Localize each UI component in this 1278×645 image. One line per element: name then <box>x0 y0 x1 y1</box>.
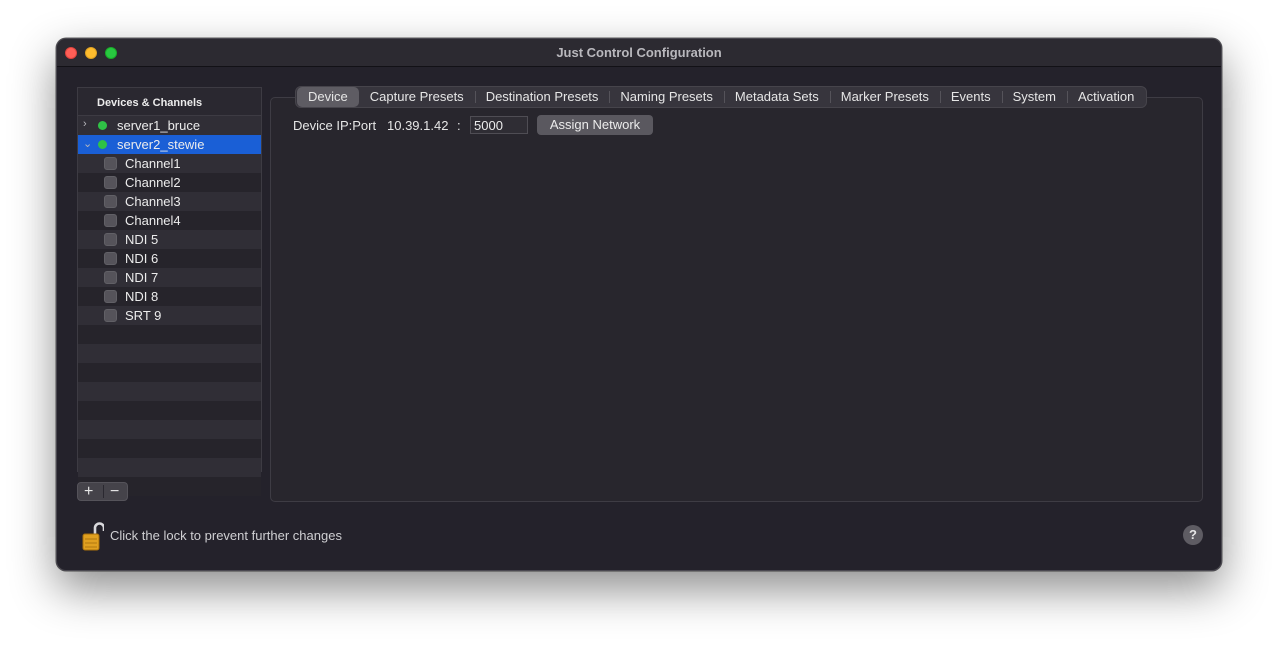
empty-row <box>78 401 261 420</box>
lock-status-text: Click the lock to prevent further change… <box>110 528 342 543</box>
tab-bar: Device Capture Presets Destination Prese… <box>295 86 1148 108</box>
tab-naming-presets[interactable]: Naming Presets <box>609 87 723 107</box>
empty-row <box>78 325 261 344</box>
tab-marker-presets[interactable]: Marker Presets <box>829 87 940 107</box>
ip-port-separator: : <box>457 118 461 133</box>
empty-row <box>78 363 261 382</box>
tab-activation[interactable]: Activation <box>1066 87 1145 107</box>
channel-checkbox[interactable] <box>104 290 117 303</box>
add-device-button[interactable]: + <box>84 483 93 500</box>
chevron-down-icon[interactable]: ⌄ <box>83 137 92 150</box>
channel-label: NDI 6 <box>125 251 159 266</box>
title-bar: Just Control Configuration <box>57 39 1221 67</box>
channel-label: SRT 9 <box>125 308 162 323</box>
port-input[interactable] <box>470 116 528 134</box>
channel-checkbox[interactable] <box>104 233 117 246</box>
channel-label: NDI 7 <box>125 270 159 285</box>
channel-row[interactable]: NDI 5 <box>78 230 261 249</box>
empty-row <box>78 344 261 363</box>
device-ip-value: 10.39.1.42 <box>387 118 449 133</box>
tree-row-server1[interactable]: › server1_bruce <box>78 116 261 135</box>
remove-device-button[interactable]: − <box>110 483 119 500</box>
settings-pane <box>270 97 1203 502</box>
channel-row[interactable]: Channel2 <box>78 173 261 192</box>
tab-device[interactable]: Device <box>297 87 359 107</box>
divider <box>103 485 104 498</box>
server-label: server2_stewie <box>117 137 205 152</box>
empty-row <box>78 420 261 439</box>
status-dot-icon <box>98 121 107 130</box>
channel-row[interactable]: SRT 9 <box>78 306 261 325</box>
channel-row[interactable]: NDI 8 <box>78 287 261 306</box>
channel-checkbox[interactable] <box>104 309 117 322</box>
tree-row-server2[interactable]: ⌄ server2_stewie <box>78 135 261 154</box>
channel-label: NDI 5 <box>125 232 159 247</box>
channel-label: Channel2 <box>125 175 181 190</box>
channel-checkbox[interactable] <box>104 271 117 284</box>
server-label: server1_bruce <box>117 118 201 133</box>
channel-row[interactable]: NDI 7 <box>78 268 261 287</box>
channel-row[interactable]: NDI 6 <box>78 249 261 268</box>
channel-checkbox[interactable] <box>104 176 117 189</box>
tab-system[interactable]: System <box>1001 87 1067 107</box>
empty-row <box>78 439 261 458</box>
channel-checkbox[interactable] <box>104 195 117 208</box>
channel-row[interactable]: Channel1 <box>78 154 261 173</box>
tab-destination-presets[interactable]: Destination Presets <box>474 87 610 107</box>
chevron-right-icon[interactable]: › <box>83 118 87 130</box>
sidebar-header: Devices & Channels <box>78 88 261 116</box>
channel-label: Channel3 <box>125 194 181 209</box>
channel-label: Channel4 <box>125 213 181 228</box>
channel-checkbox[interactable] <box>104 252 117 265</box>
tab-metadata-sets[interactable]: Metadata Sets <box>723 87 830 107</box>
channel-checkbox[interactable] <box>104 157 117 170</box>
assign-network-button[interactable]: Assign Network <box>537 115 653 135</box>
help-button[interactable]: ? <box>1183 525 1203 545</box>
tab-capture-presets[interactable]: Capture Presets <box>359 87 475 107</box>
devices-sidebar: Devices & Channels › server1_bruce ⌄ ser… <box>77 87 262 496</box>
empty-row <box>78 382 261 401</box>
empty-row <box>78 458 261 477</box>
channel-row[interactable]: Channel3 <box>78 192 261 211</box>
channel-label: NDI 8 <box>125 289 159 304</box>
device-tree: › server1_bruce ⌄ server2_stewie Channel… <box>78 116 261 496</box>
window-title: Just Control Configuration <box>556 45 722 60</box>
tab-events[interactable]: Events <box>939 87 1002 107</box>
channel-label: Channel1 <box>125 156 181 171</box>
channel-checkbox[interactable] <box>104 214 117 227</box>
config-window: Just Control Configuration Devices & Cha… <box>56 38 1222 571</box>
status-dot-icon <box>98 140 107 149</box>
channel-row[interactable]: Channel4 <box>78 211 261 230</box>
lock-icon[interactable] <box>82 520 104 552</box>
add-remove-control: + − <box>77 482 128 501</box>
device-ip-label: Device IP:Port <box>293 118 377 133</box>
